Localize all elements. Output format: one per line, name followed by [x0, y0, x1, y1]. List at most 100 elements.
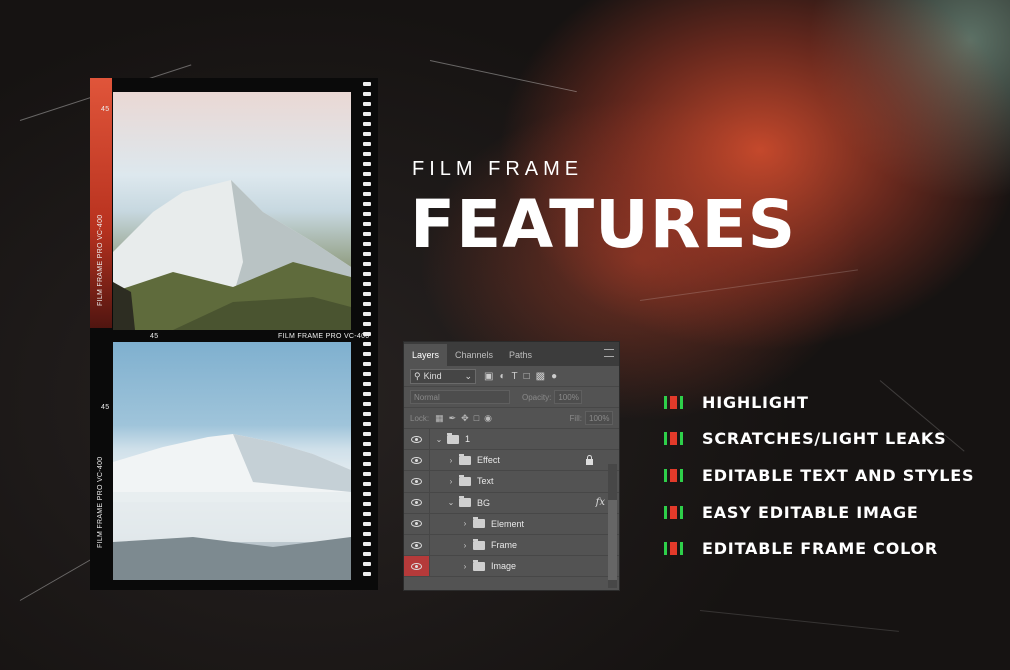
sprocket-hole [363, 522, 371, 526]
tab-layers[interactable]: Layers [404, 344, 448, 366]
frame-label-vertical-bottom: FILM FRAME PRO VC-400 [97, 456, 104, 548]
folder-icon [473, 517, 485, 529]
fill-field[interactable]: 100% [585, 411, 613, 425]
fx-icon[interactable]: fx [596, 497, 605, 508]
shape-filter-icon[interactable]: □ [524, 371, 530, 382]
sprocket-hole [363, 182, 371, 186]
layer-group-1[interactable]: ⌄ 1 [404, 429, 619, 451]
sprocket-hole [363, 332, 371, 336]
visibility-toggle[interactable] [404, 513, 430, 534]
fill-label: Fill: [569, 413, 582, 423]
panel-tabs: Layers Channels Paths [404, 342, 619, 366]
sprocket-hole [363, 232, 371, 236]
sprocket-hole [363, 102, 371, 106]
layer-group-bg[interactable]: ⌄ BG fx [404, 492, 619, 514]
filter-icons: ▣ ◐ T □ ▩ ● [484, 371, 557, 382]
feature-item: HIGHLIGHT [664, 384, 974, 421]
visibility-toggle[interactable] [404, 471, 430, 492]
feature-item: SCRATCHES/LIGHT LEAKS [664, 421, 974, 458]
feature-item: EDITABLE TEXT AND STYLES [664, 457, 974, 494]
panel-scrollbar[interactable] [608, 464, 617, 588]
chevron-right-icon[interactable]: › [460, 562, 470, 571]
sprocket-hole [363, 512, 371, 516]
folder-icon [459, 496, 471, 508]
folder-icon [473, 559, 485, 571]
layer-group-image[interactable]: › Image [404, 556, 619, 578]
frame-label-vertical-top: FILM FRAME PRO VC-400 [97, 214, 104, 306]
sprocket-hole [363, 172, 371, 176]
sprocket-hole [363, 432, 371, 436]
sprocket-hole [363, 572, 371, 576]
chevron-right-icon[interactable]: › [446, 477, 456, 486]
lock-row: Lock: ▦✒✥□◉ Fill: 100% [404, 408, 619, 429]
mountain-illustration [113, 434, 351, 580]
layer-group-text[interactable]: › Text [404, 471, 619, 493]
visibility-toggle[interactable] [404, 556, 430, 577]
filter-kind-label: Kind [423, 371, 442, 381]
folder-icon [447, 432, 459, 444]
sprocket-hole [363, 352, 371, 356]
chevron-right-icon[interactable]: › [446, 456, 456, 465]
layer-name: 1 [465, 434, 471, 445]
sprocket-hole [363, 532, 371, 536]
layer-group-effect[interactable]: › Effect [404, 450, 619, 472]
lock-icons[interactable]: ▦✒✥□◉ [435, 413, 497, 424]
photo-mountain-bottom [113, 342, 351, 580]
headline-kicker: FILM FRAME [412, 158, 584, 180]
sprocket-hole [363, 192, 371, 196]
visibility-toggle[interactable] [404, 492, 430, 513]
visibility-toggle[interactable] [404, 429, 430, 450]
sprocket-hole [363, 412, 371, 416]
chevron-down-icon[interactable]: ⌄ [446, 498, 456, 507]
sprocket-hole [363, 242, 371, 246]
sprocket-hole [363, 152, 371, 156]
scrollbar-thumb[interactable] [608, 500, 617, 580]
bullet-marker-icon [664, 542, 684, 556]
bullet-marker-icon [664, 505, 684, 519]
sprocket-hole [363, 422, 371, 426]
visibility-toggle[interactable] [404, 534, 430, 556]
eye-icon [411, 456, 422, 464]
sprocket-hole [363, 302, 371, 306]
sprocket-hole [363, 252, 371, 256]
smartobject-filter-icon[interactable]: ▩ [536, 371, 545, 382]
feature-item: EASY EDITABLE IMAGE [664, 494, 974, 531]
sprocket-hole [363, 162, 371, 166]
layers-panel: Layers Channels Paths ⚲ Kind ⌄ ▣ ◐ T □ ▩… [403, 341, 620, 591]
tab-channels[interactable]: Channels [447, 344, 501, 366]
sprocket-hole [363, 142, 371, 146]
feature-label: EDITABLE TEXT AND STYLES [702, 465, 975, 485]
chevron-right-icon[interactable]: › [460, 541, 470, 550]
layer-name: Text [477, 476, 494, 487]
features-list: HIGHLIGHT SCRATCHES/LIGHT LEAKS EDITABLE… [664, 384, 974, 567]
eye-icon [411, 541, 422, 549]
opacity-label: Opacity: [522, 392, 552, 402]
feature-label: SCRATCHES/LIGHT LEAKS [702, 429, 947, 449]
filter-toggle-icon[interactable]: ● [551, 371, 557, 382]
adjustment-filter-icon[interactable]: ◐ [499, 371, 505, 382]
sprocket-hole [363, 202, 371, 206]
filter-kind-select[interactable]: ⚲ Kind ⌄ [410, 368, 476, 384]
sprocket-hole [363, 502, 371, 506]
sprocket-hole [363, 312, 371, 316]
sprocket-hole [363, 112, 371, 116]
sprocket-hole [363, 82, 371, 86]
blend-mode-select[interactable]: Normal [410, 390, 510, 404]
panel-menu-icon[interactable] [604, 349, 614, 357]
sprocket-hole [363, 402, 371, 406]
folder-icon [459, 453, 471, 465]
sprocket-hole [363, 552, 371, 556]
eye-icon [411, 520, 422, 528]
layer-group-element[interactable]: › Element [404, 513, 619, 535]
layer-group-frame[interactable]: › Frame [404, 534, 619, 557]
sprocket-hole [363, 342, 371, 346]
chevron-right-icon[interactable]: › [460, 519, 470, 528]
pixel-filter-icon[interactable]: ▣ [484, 371, 493, 382]
eye-icon [411, 499, 422, 507]
visibility-toggle[interactable] [404, 450, 430, 471]
sprocket-hole [363, 122, 371, 126]
opacity-field[interactable]: 100% [554, 390, 583, 404]
type-filter-icon[interactable]: T [512, 371, 518, 382]
chevron-down-icon[interactable]: ⌄ [434, 435, 444, 444]
tab-paths[interactable]: Paths [501, 344, 540, 366]
